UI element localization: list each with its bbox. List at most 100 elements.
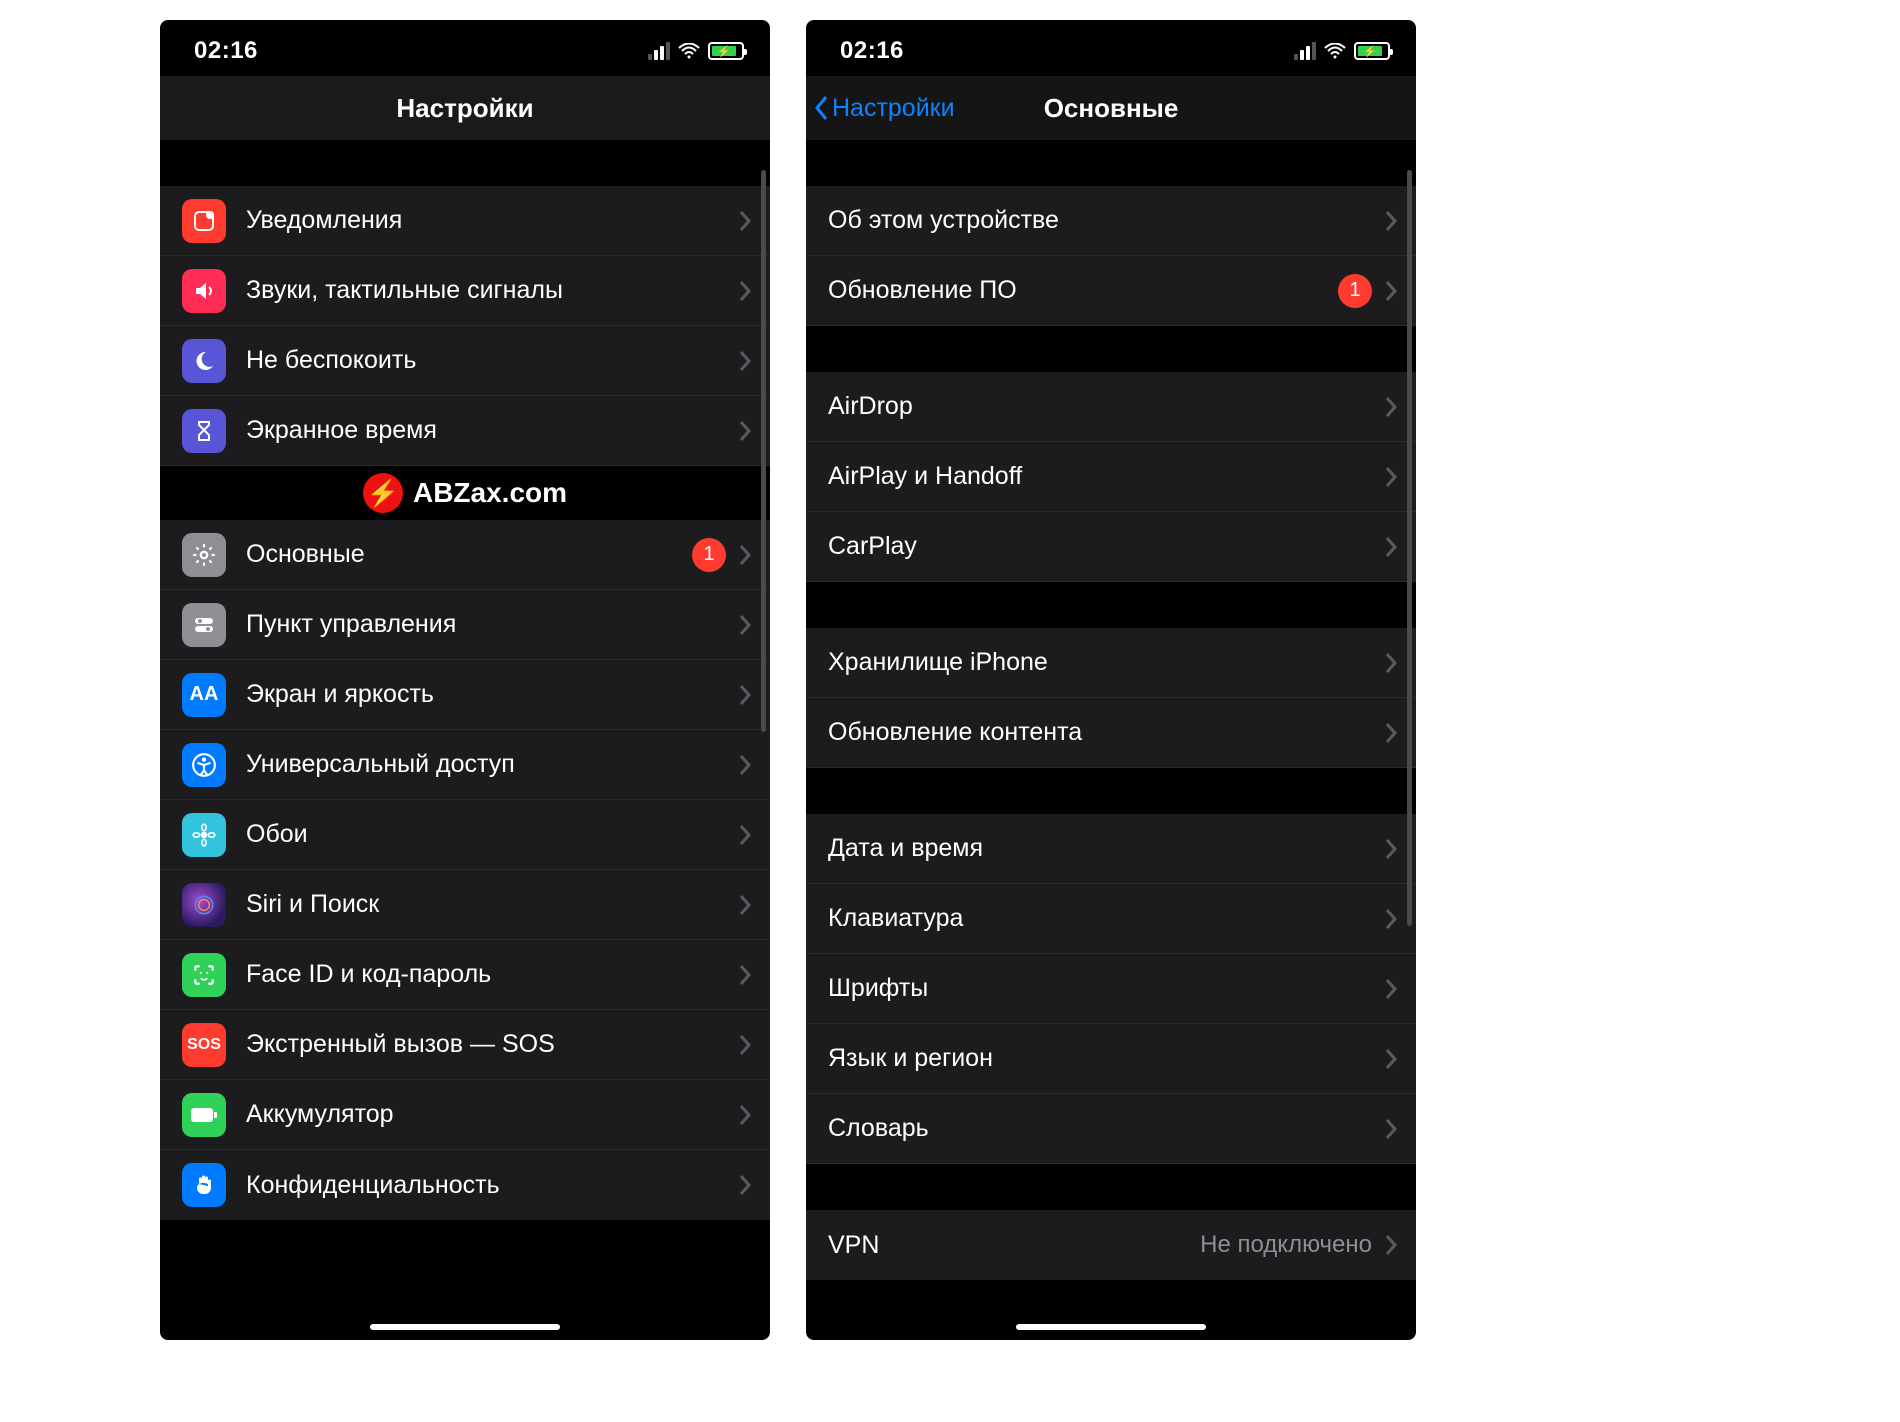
settings-row-accessibility[interactable]: Универсальный доступ: [160, 730, 770, 800]
row-label: Пункт управления: [246, 610, 738, 639]
notification-badge: 1: [1338, 274, 1372, 308]
battery-charging-icon: ⚡: [1354, 42, 1390, 60]
back-label: Настройки: [832, 94, 955, 123]
chevron-right-icon: [738, 280, 752, 302]
general-row[interactable]: AirPlay и Handoff: [806, 442, 1416, 512]
chevron-right-icon: [1384, 466, 1398, 488]
row-label: Обновление ПО: [828, 276, 1338, 305]
group-separator: [806, 326, 1416, 372]
scrollbar[interactable]: [1407, 170, 1412, 1250]
settings-row-wallpaper[interactable]: Обои: [160, 800, 770, 870]
settings-row-notifications[interactable]: Уведомления: [160, 186, 770, 256]
settings-row-faceid[interactable]: Face ID и код-пароль: [160, 940, 770, 1010]
group-separator: [160, 140, 770, 186]
general-row[interactable]: AirDrop: [806, 372, 1416, 442]
gear-icon: [182, 533, 226, 577]
chevron-right-icon: [738, 684, 752, 706]
accessibility-icon: [182, 743, 226, 787]
settings-row-dnd[interactable]: Не беспокоить: [160, 326, 770, 396]
faceid-icon: [182, 953, 226, 997]
chevron-right-icon: [738, 1104, 752, 1126]
general-row[interactable]: Хранилище iPhone: [806, 628, 1416, 698]
back-button[interactable]: Настройки: [814, 76, 955, 140]
chevron-right-icon: [1384, 1048, 1398, 1070]
chevron-right-icon: [738, 420, 752, 442]
wifi-icon: [678, 43, 700, 59]
group-separator: [806, 768, 1416, 814]
notification-badge: 1: [692, 538, 726, 572]
row-value: Не подключено: [1200, 1231, 1372, 1259]
row-label: Не беспокоить: [246, 346, 738, 375]
group-separator: [806, 140, 1416, 186]
row-label: Хранилище iPhone: [828, 648, 1384, 677]
row-label: Язык и регион: [828, 1044, 1384, 1073]
chevron-right-icon: [1384, 1234, 1398, 1256]
row-label: AirPlay и Handoff: [828, 462, 1384, 491]
row-label: VPN: [828, 1231, 1200, 1260]
row-label: Экранное время: [246, 416, 738, 445]
chevron-right-icon: [1384, 908, 1398, 930]
settings-row-control-center[interactable]: Пункт управления: [160, 590, 770, 660]
wifi-icon: [1324, 43, 1346, 59]
chevron-right-icon: [1384, 978, 1398, 1000]
settings-row-siri[interactable]: Siri и Поиск: [160, 870, 770, 940]
chevron-right-icon: [1384, 396, 1398, 418]
settings-row-battery[interactable]: Аккумулятор: [160, 1080, 770, 1150]
general-row[interactable]: Словарь: [806, 1094, 1416, 1164]
general-row[interactable]: Об этом устройстве: [806, 186, 1416, 256]
home-indicator[interactable]: [1016, 1324, 1206, 1330]
phone-settings-root: 02:16 ⚡ Настройки Уведомления: [160, 20, 770, 1340]
phone-general-settings: 02:16 ⚡ Настройки Основные Об этом устро…: [806, 20, 1416, 1340]
chevron-right-icon: [1384, 280, 1398, 302]
cellular-signal-icon: [648, 42, 670, 60]
battery-icon: [182, 1093, 226, 1137]
chevron-right-icon: [1384, 838, 1398, 860]
row-label: Обои: [246, 820, 738, 849]
general-row[interactable]: Клавиатура: [806, 884, 1416, 954]
status-time: 02:16: [194, 37, 258, 65]
general-row[interactable]: CarPlay: [806, 512, 1416, 582]
settings-row-screentime[interactable]: Экранное время: [160, 396, 770, 466]
home-indicator[interactable]: [370, 1324, 560, 1330]
general-row[interactable]: Обновление ПО1: [806, 256, 1416, 326]
general-row[interactable]: Дата и время: [806, 814, 1416, 884]
chevron-right-icon: [1384, 652, 1398, 674]
chevron-right-icon: [738, 544, 752, 566]
notifications-icon: [182, 199, 226, 243]
row-label: Об этом устройстве: [828, 206, 1384, 235]
general-row[interactable]: Шрифты: [806, 954, 1416, 1024]
flower-icon: [182, 813, 226, 857]
row-label: Аккумулятор: [246, 1100, 738, 1129]
siri-icon: [182, 883, 226, 927]
chevron-right-icon: [738, 964, 752, 986]
row-label: Уведомления: [246, 206, 738, 235]
nav-header: Настройки: [160, 76, 770, 140]
general-row[interactable]: VPNНе подключено: [806, 1210, 1416, 1280]
sos-icon: SOS: [182, 1023, 226, 1067]
lightning-icon: ⚡: [363, 473, 403, 513]
settings-row-sounds[interactable]: Звуки, тактильные сигналы: [160, 256, 770, 326]
general-row[interactable]: Язык и регион: [806, 1024, 1416, 1094]
settings-row-general[interactable]: Основные 1: [160, 520, 770, 590]
page-title: Настройки: [396, 93, 533, 124]
settings-row-display[interactable]: AA Экран и яркость: [160, 660, 770, 730]
settings-row-privacy[interactable]: Конфиденциальность: [160, 1150, 770, 1220]
settings-row-sos[interactable]: SOS Экстренный вызов — SOS: [160, 1010, 770, 1080]
row-label: Конфиденциальность: [246, 1171, 738, 1200]
cellular-signal-icon: [1294, 42, 1316, 60]
page-title: Основные: [1044, 93, 1179, 124]
status-bar: 02:16 ⚡: [806, 20, 1416, 76]
watermark: ⚡ ABZax.com: [160, 466, 770, 520]
chevron-right-icon: [1384, 1118, 1398, 1140]
row-label: Основные: [246, 540, 692, 569]
watermark-text: ABZax.com: [413, 477, 567, 509]
chevron-right-icon: [738, 894, 752, 916]
scrollbar[interactable]: [761, 170, 766, 1250]
general-list: Об этом устройстве Обновление ПО1 AirDrop A…: [806, 186, 1416, 1280]
row-label: Обновление контента: [828, 718, 1384, 747]
sounds-icon: [182, 269, 226, 313]
row-label: Face ID и код-пароль: [246, 960, 738, 989]
general-row[interactable]: Обновление контента: [806, 698, 1416, 768]
chevron-right-icon: [738, 754, 752, 776]
group-separator: [806, 1164, 1416, 1210]
